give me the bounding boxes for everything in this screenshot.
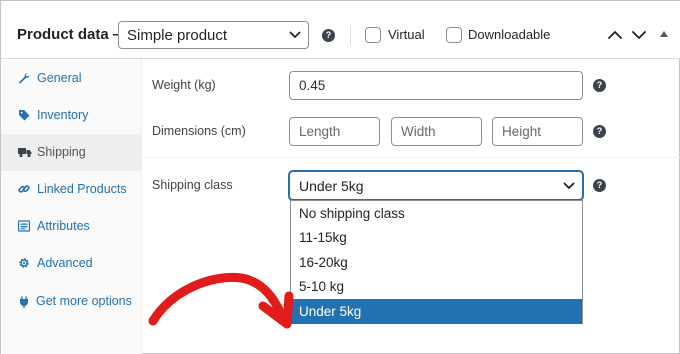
shipping-option-5-10kg[interactable]: 5-10 kg: [291, 274, 582, 299]
divider: [350, 25, 351, 45]
help-icon[interactable]: ?: [593, 125, 606, 138]
gear-icon: [19, 258, 29, 268]
wrench-icon: [19, 72, 30, 84]
tab-general[interactable]: General: [1, 60, 142, 97]
downloadable-label: Downloadable: [468, 27, 551, 42]
tab-label: General: [37, 71, 82, 85]
tab-label: Advanced: [37, 256, 93, 270]
virtual-label: Virtual: [388, 27, 425, 42]
help-icon[interactable]: ?: [593, 79, 606, 92]
tab-advanced[interactable]: Advanced: [1, 245, 142, 282]
move-up-icon[interactable]: [606, 26, 624, 44]
shipping-option-under-5kg[interactable]: Under 5kg: [291, 299, 582, 324]
product-data-panel: Product data — Simple product ? Virtual …: [0, 0, 680, 354]
weight-input[interactable]: 0.45: [289, 71, 583, 100]
product-data-tabs: General Inventory Shipping Linked Produc…: [1, 60, 142, 354]
shipping-option-11-15kg[interactable]: 11-15kg: [291, 225, 582, 250]
shipping-class-value: Under 5kg: [299, 178, 364, 194]
annotation-arrow-icon: [148, 272, 294, 329]
weight-label: Weight (kg): [152, 78, 216, 92]
tab-label: Linked Products: [37, 182, 127, 196]
shipping-class-dropdown: No shipping class 11-15kg 16-20kg 5-10 k…: [290, 200, 583, 324]
chevron-down-icon: [289, 31, 301, 38]
list-icon: [18, 220, 30, 232]
length-input[interactable]: Length: [289, 117, 380, 146]
tab-label: Inventory: [37, 108, 89, 122]
tab-linked-products[interactable]: Linked Products: [1, 171, 142, 208]
help-icon[interactable]: ?: [322, 29, 335, 42]
product-type-value: Simple product: [127, 27, 228, 44]
chevron-down-icon: [563, 182, 575, 189]
virtual-checkbox[interactable]: [365, 27, 381, 43]
divider: [142, 157, 680, 158]
tab-attributes[interactable]: Attributes: [1, 208, 142, 245]
shipping-option-none[interactable]: No shipping class: [291, 201, 582, 226]
tab-shipping[interactable]: Shipping: [1, 134, 142, 171]
downloadable-checkbox[interactable]: [446, 27, 462, 43]
dimensions-label: Dimensions (cm): [152, 124, 246, 138]
link-icon: [18, 185, 30, 193]
truck-icon: [18, 148, 32, 158]
height-input[interactable]: Height: [492, 117, 583, 146]
shipping-class-label: Shipping class: [152, 178, 233, 192]
move-down-icon[interactable]: [630, 26, 648, 44]
tab-label: Attributes: [37, 219, 90, 233]
help-icon[interactable]: ?: [593, 179, 606, 192]
tag-icon: [19, 110, 30, 121]
collapse-toggle-icon[interactable]: [659, 29, 669, 39]
tab-label: Get more options: [36, 294, 132, 308]
tab-label: Shipping: [37, 145, 86, 159]
panel-title: Product data —: [17, 26, 128, 43]
tab-inventory[interactable]: Inventory: [1, 97, 142, 134]
product-data-header: Product data — Simple product ? Virtual …: [1, 1, 680, 59]
product-type-select[interactable]: Simple product: [118, 21, 309, 49]
shipping-option-16-20kg[interactable]: 16-20kg: [291, 250, 582, 275]
shipping-class-select[interactable]: Under 5kg: [289, 171, 583, 200]
width-input[interactable]: Width: [391, 117, 482, 146]
